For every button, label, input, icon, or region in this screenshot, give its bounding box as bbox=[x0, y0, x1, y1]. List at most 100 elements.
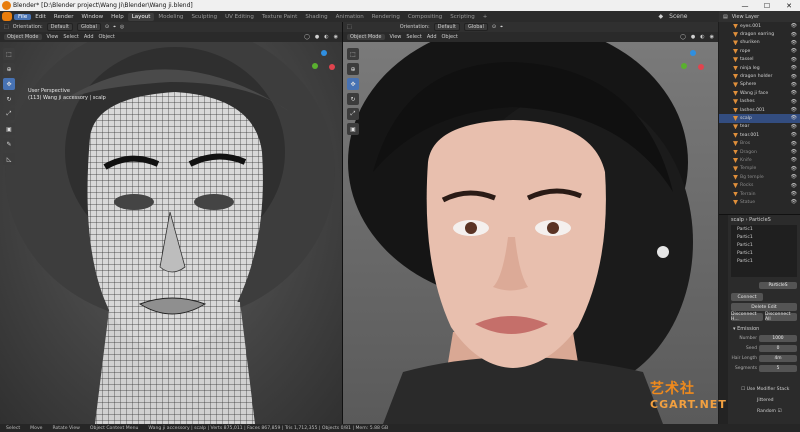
right-shading-rendered-icon[interactable]: ◉ bbox=[710, 34, 714, 40]
left-shading-rendered-icon[interactable]: ◉ bbox=[334, 34, 338, 40]
tab-shading[interactable]: Shading bbox=[301, 13, 331, 21]
tab-animation[interactable]: Animation bbox=[332, 13, 368, 21]
menu-edit[interactable]: Edit bbox=[31, 14, 50, 20]
left-menu-select[interactable]: Select bbox=[63, 34, 78, 40]
gizmo-x-icon[interactable] bbox=[329, 64, 335, 70]
tab-modeling[interactable]: Modeling bbox=[154, 13, 187, 21]
left-shading-wireframe-icon[interactable]: ◯ bbox=[304, 34, 310, 40]
particle-settings-field[interactable]: ParticleS bbox=[731, 282, 797, 289]
right-shading-solid-icon[interactable]: ● bbox=[691, 34, 695, 40]
emission-field[interactable]: Segments 5 bbox=[731, 365, 797, 372]
menu-file[interactable]: File bbox=[14, 13, 32, 20]
gizmo-z-icon[interactable] bbox=[321, 50, 327, 56]
emission-field[interactable]: Number 1000 bbox=[731, 335, 797, 342]
outliner-row[interactable]: rope 👁 bbox=[719, 47, 800, 55]
disconnect-all-button[interactable]: Disconnect All bbox=[765, 312, 797, 322]
right-tool-rotate-icon[interactable]: ↻ bbox=[347, 93, 359, 105]
visibility-eye-icon[interactable]: 👁 bbox=[791, 115, 797, 121]
jittered-dropdown[interactable]: Jittered bbox=[757, 398, 774, 403]
right-tool-scale-icon[interactable]: ⤢ bbox=[347, 108, 359, 120]
right-tool-move-icon[interactable]: ✥ bbox=[347, 78, 359, 90]
maximize-button[interactable]: ☐ bbox=[756, 0, 778, 11]
particle-systems-list[interactable]: Partic1 Partic1 Partic1 Partic1 Partic1 bbox=[731, 225, 797, 277]
right-orientation-dropdown[interactable]: Default bbox=[433, 23, 460, 31]
outliner-row[interactable]: scalp 👁 bbox=[719, 114, 800, 123]
outliner-row[interactable]: tassel 👁 bbox=[719, 56, 800, 64]
visibility-eye-icon[interactable]: 👁 bbox=[791, 132, 797, 138]
tool-annotate-icon[interactable]: ✎ bbox=[3, 138, 15, 150]
emission-field-value[interactable]: 1000 bbox=[759, 335, 797, 342]
outliner-row[interactable]: Bg temple 👁 bbox=[719, 173, 800, 181]
visibility-eye-icon[interactable]: 👁 bbox=[791, 183, 797, 189]
visibility-eye-icon[interactable]: 👁 bbox=[791, 174, 797, 180]
right-select-tool-icon[interactable]: ⬚ bbox=[347, 24, 352, 30]
visibility-eye-icon[interactable]: 👁 bbox=[791, 57, 797, 63]
outliner-row[interactable]: dragon holder 👁 bbox=[719, 72, 800, 80]
visibility-eye-icon[interactable]: 👁 bbox=[791, 124, 797, 130]
outliner-row[interactable]: lashes.001 👁 bbox=[719, 106, 800, 114]
visibility-eye-icon[interactable]: 👁 bbox=[791, 65, 797, 71]
tab-uv-editing[interactable]: UV Editing bbox=[221, 13, 258, 21]
visibility-eye-icon[interactable]: 👁 bbox=[791, 90, 797, 96]
outliner-row[interactable]: dragon earring 👁 bbox=[719, 30, 800, 38]
gizmo-z-icon-right[interactable] bbox=[690, 50, 696, 56]
tool-cursor-icon[interactable]: ⊕ bbox=[3, 63, 15, 75]
transform-orientation-dropdown[interactable]: Global bbox=[76, 23, 101, 31]
right-tool-transform-icon[interactable]: ▣ bbox=[347, 123, 359, 135]
tab-sculpting[interactable]: Sculpting bbox=[187, 13, 221, 21]
right-menu-select[interactable]: Select bbox=[406, 34, 421, 40]
outliner-row[interactable]: Sphere 👁 bbox=[719, 81, 800, 89]
pivot-icon[interactable]: ⊙ bbox=[105, 24, 109, 30]
visibility-eye-icon[interactable]: 👁 bbox=[791, 48, 797, 54]
right-menu-object[interactable]: Object bbox=[442, 34, 458, 40]
visibility-eye-icon[interactable]: 👁 bbox=[791, 149, 797, 155]
tab-compositing[interactable]: Compositing bbox=[404, 13, 446, 21]
tool-measure-icon[interactable]: ◺ bbox=[3, 153, 15, 165]
left-menu-add[interactable]: Add bbox=[84, 34, 94, 40]
disconnect-button[interactable]: Disconnect H... bbox=[731, 312, 763, 322]
outliner-row[interactable]: Temple 👁 bbox=[719, 165, 800, 173]
visibility-eye-icon[interactable]: 👁 bbox=[791, 32, 797, 38]
particle-system-item[interactable]: Partic1 bbox=[731, 241, 797, 249]
right-pivot-icon[interactable]: ⊙ bbox=[492, 24, 496, 30]
random-checkbox[interactable]: Random ☑ bbox=[757, 409, 782, 414]
outliner-row[interactable]: Dragon 👁 bbox=[719, 148, 800, 156]
left-menu-object[interactable]: Object bbox=[99, 34, 115, 40]
tool-transform-icon[interactable]: ▣ bbox=[3, 123, 15, 135]
right-mode-dropdown[interactable]: Object Mode bbox=[347, 34, 385, 40]
visibility-eye-icon[interactable]: 👁 bbox=[791, 23, 797, 29]
outliner-row[interactable]: Terrain 👁 bbox=[719, 190, 800, 198]
menu-window[interactable]: Window bbox=[77, 14, 107, 20]
tab-texture-paint[interactable]: Texture Paint bbox=[258, 13, 302, 21]
outliner-row[interactable]: Wang ji face 👁 bbox=[719, 89, 800, 97]
right-3d-viewport[interactable] bbox=[343, 42, 718, 424]
proportional-icon[interactable]: ◎ bbox=[120, 24, 124, 30]
emission-field-value[interactable]: 0 bbox=[759, 345, 797, 352]
tool-rotate-icon[interactable]: ↻ bbox=[3, 93, 15, 105]
visibility-eye-icon[interactable]: 👁 bbox=[791, 166, 797, 172]
delete-edit-button[interactable]: Delete Edit bbox=[731, 303, 797, 311]
outliner-row[interactable]: ninja leg 👁 bbox=[719, 64, 800, 72]
outliner-row[interactable]: tear 👁 bbox=[719, 123, 800, 131]
outliner-row[interactable]: eyes.001 👁 bbox=[719, 22, 800, 30]
close-button[interactable]: ✕ bbox=[778, 0, 800, 11]
visibility-eye-icon[interactable]: 👁 bbox=[791, 199, 797, 205]
outliner-row[interactable]: Bros 👁 bbox=[719, 139, 800, 147]
scene-field[interactable]: Scene bbox=[669, 13, 687, 20]
emission-section-header[interactable]: ▾ Emission bbox=[733, 326, 759, 332]
particle-system-item[interactable]: Partic1 bbox=[731, 233, 797, 241]
tool-move-icon[interactable]: ✥ bbox=[3, 78, 15, 90]
tab-rendering[interactable]: Rendering bbox=[368, 13, 404, 21]
navigation-gizmo-left[interactable] bbox=[312, 50, 336, 74]
outliner-row[interactable]: lashes 👁 bbox=[719, 98, 800, 106]
navigation-gizmo-right[interactable] bbox=[681, 50, 705, 74]
outliner-row[interactable]: Statue 👁 bbox=[719, 198, 800, 206]
outliner-row[interactable]: tear.001 👁 bbox=[719, 131, 800, 139]
select-tool-icon[interactable]: ⬚ bbox=[4, 24, 9, 30]
emission-field[interactable]: Seed 0 bbox=[731, 345, 797, 352]
visibility-eye-icon[interactable]: 👁 bbox=[791, 141, 797, 147]
tool-select-icon[interactable]: ⬚ bbox=[3, 48, 15, 60]
visibility-eye-icon[interactable]: 👁 bbox=[791, 107, 797, 113]
particle-system-item[interactable]: Partic1 bbox=[731, 249, 797, 257]
blender-logo-icon[interactable] bbox=[2, 12, 12, 21]
